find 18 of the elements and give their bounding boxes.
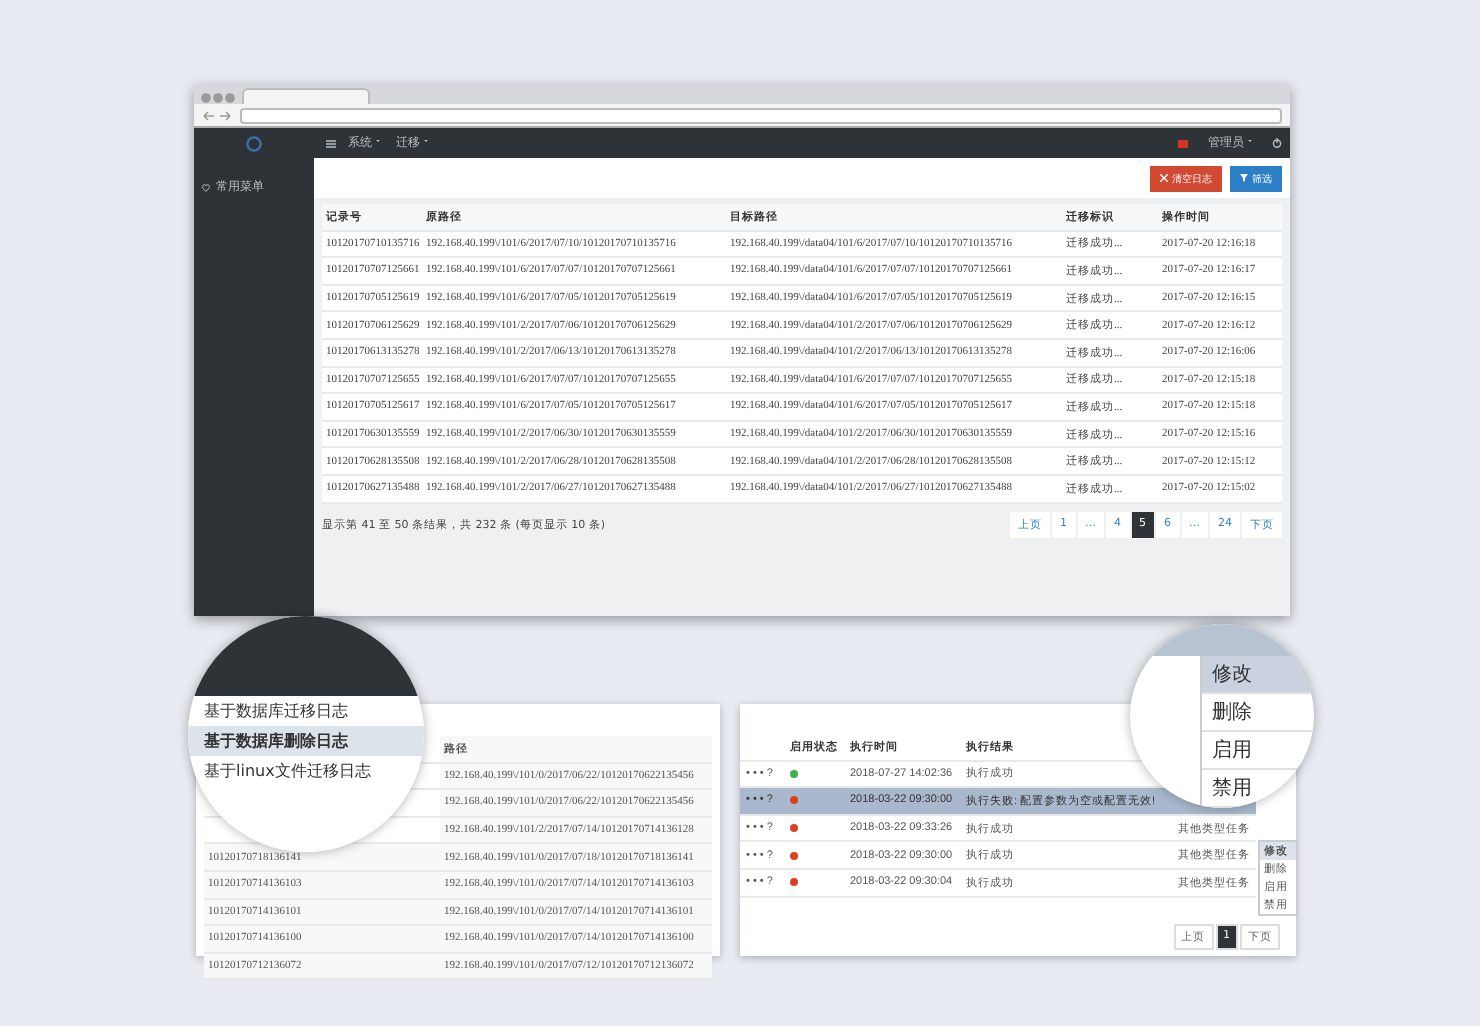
menu-item[interactable]: 禁用 [1202, 770, 1314, 808]
menu-item[interactable]: 修改 [1202, 656, 1314, 694]
filter-icon [1240, 174, 1248, 182]
menu-icon [326, 139, 336, 147]
menu-item[interactable]: 删除 [1202, 694, 1314, 732]
menu-item[interactable]: 基于linux文件迁移日志 [188, 756, 424, 786]
close-icon [1160, 174, 1168, 182]
logo-icon [246, 135, 262, 151]
power-icon [1272, 138, 1282, 148]
menu-item[interactable]: 基于数据库迁移日志 [188, 696, 424, 726]
heart-icon [202, 183, 210, 191]
navigation-arrows-icon [202, 109, 234, 121]
window-controls-icon [200, 92, 236, 104]
flag-icon [1178, 139, 1188, 147]
address-bar[interactable] [240, 107, 1282, 123]
menu-item[interactable]: 基于数据库删除日志 [188, 726, 424, 756]
browser-tab[interactable] [242, 88, 370, 104]
menu-item[interactable]: 启用 [1202, 732, 1314, 770]
